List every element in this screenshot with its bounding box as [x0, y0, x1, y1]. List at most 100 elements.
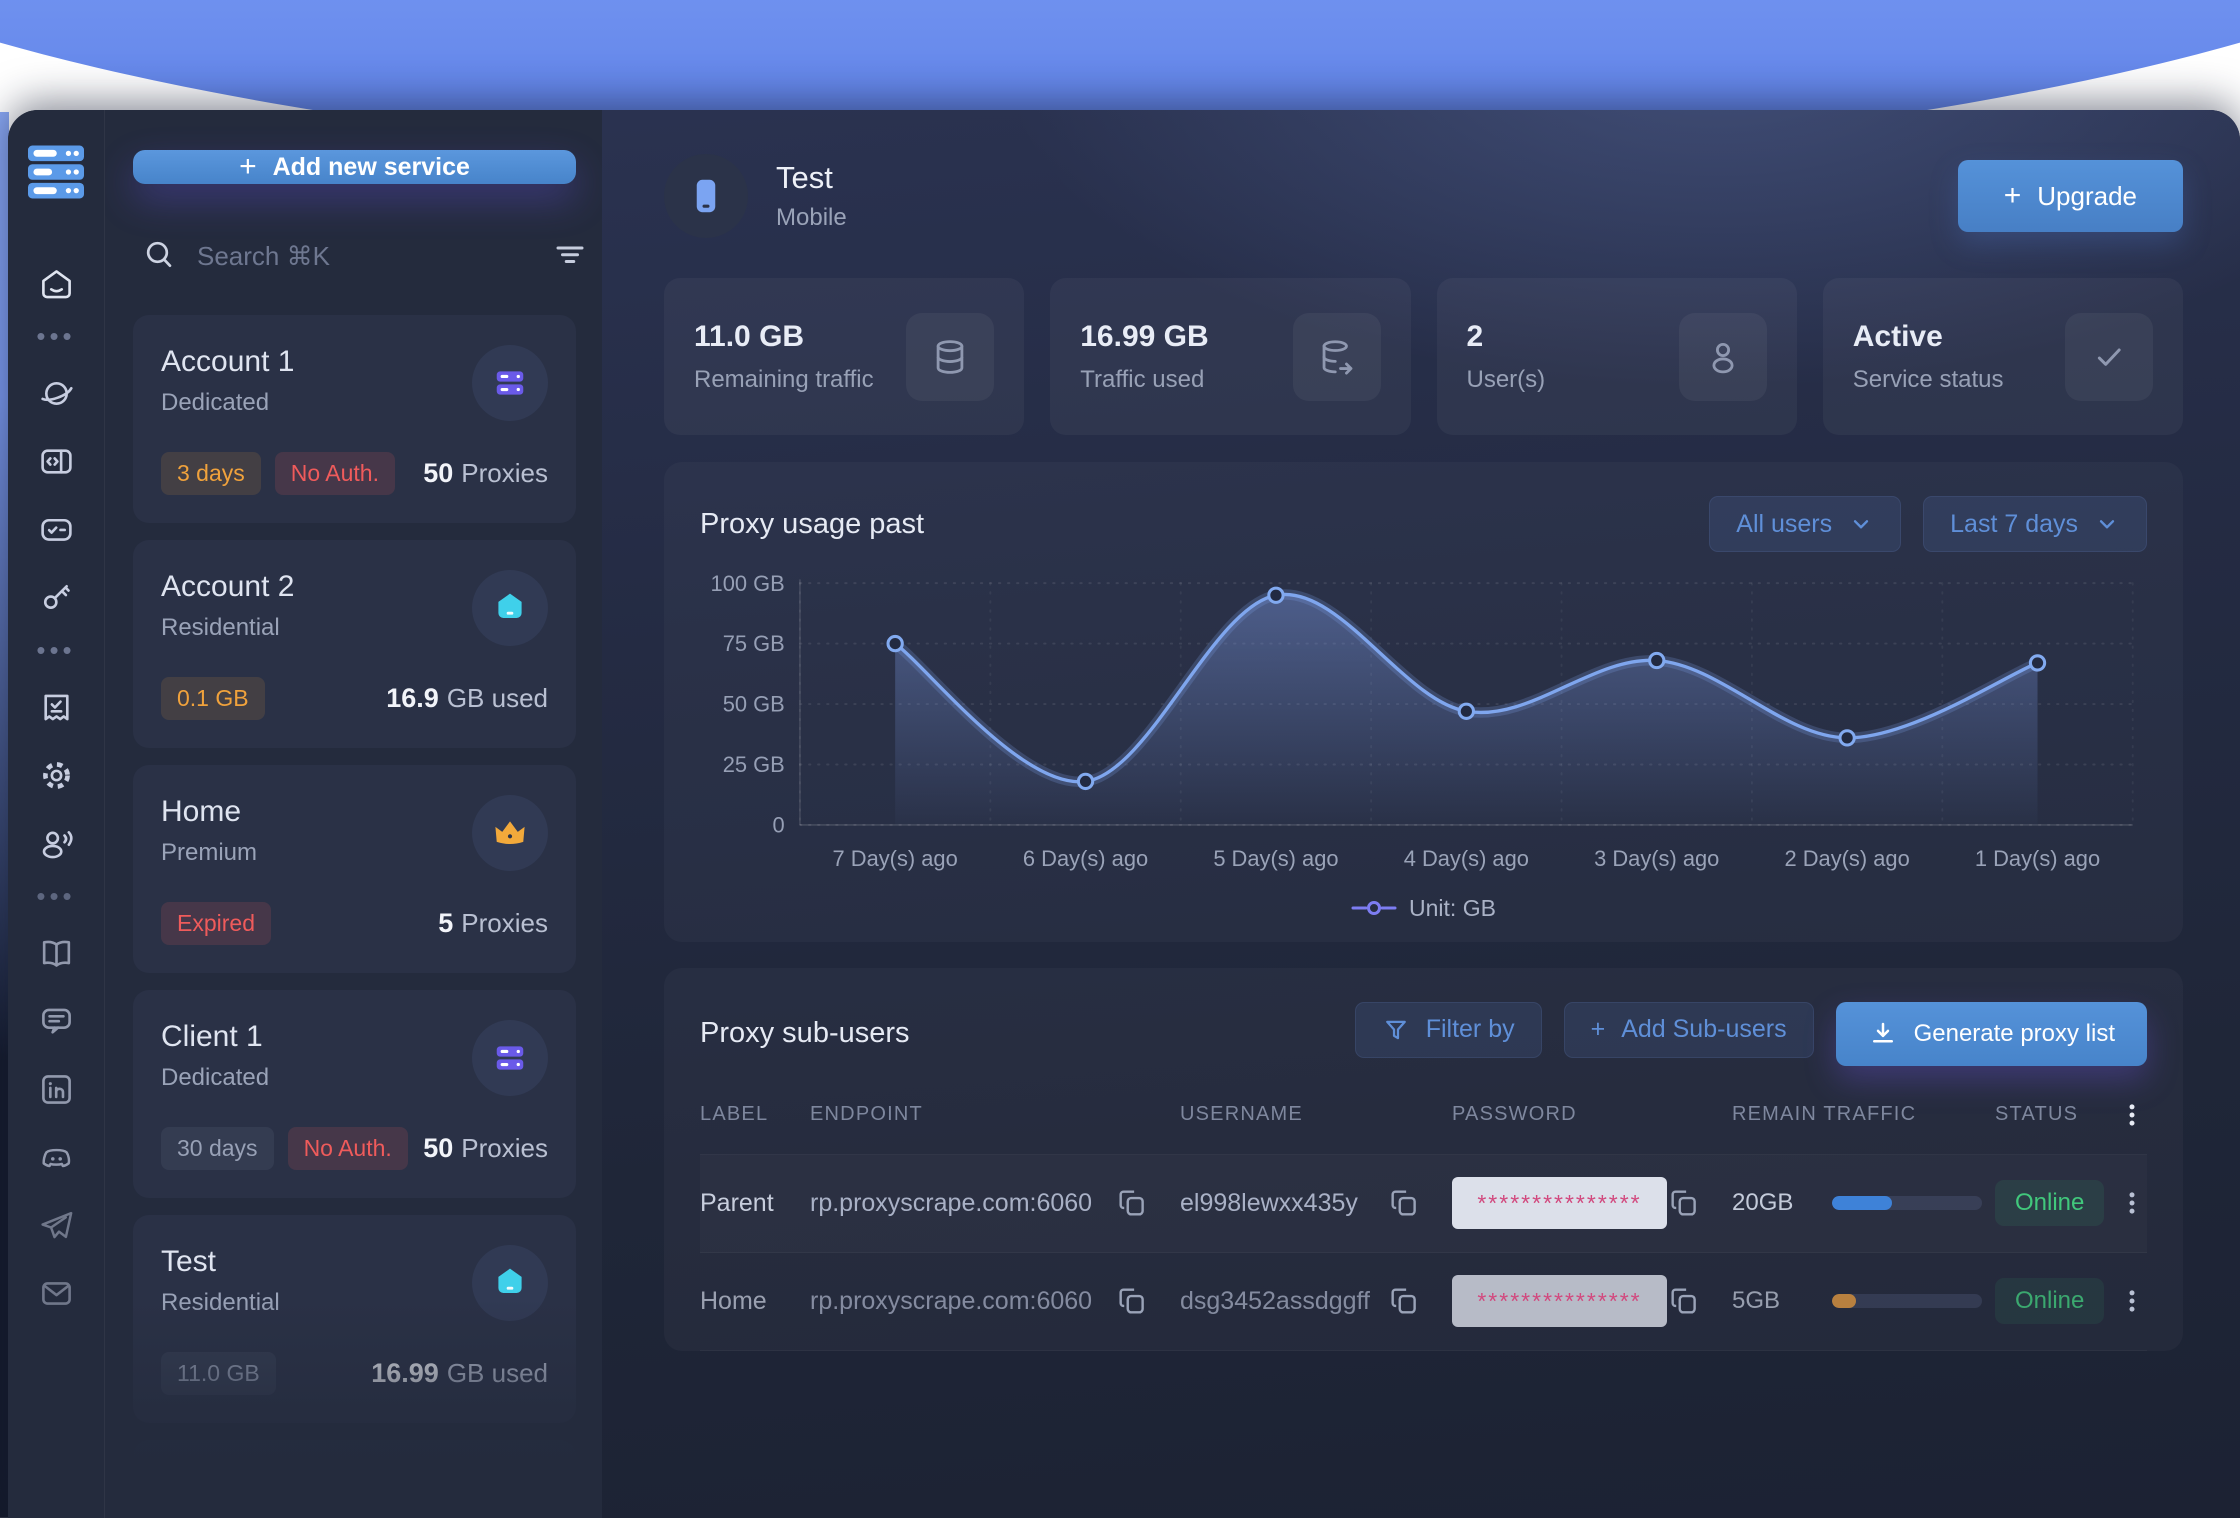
code-window-icon[interactable] — [34, 439, 78, 483]
stat-remaining-traffic: 11.0 GB Remaining traffic — [664, 278, 1024, 435]
table-row[interactable]: Parent rp.proxyscrape.com:6060 el998lewx… — [700, 1155, 2147, 1253]
check-icon — [2065, 313, 2153, 401]
stat-label: User(s) — [1467, 366, 1546, 394]
legend-line-marker-icon — [1351, 900, 1397, 916]
app-window: ••• ••• — [8, 110, 2240, 1518]
table-row[interactable]: Home rp.proxyscrape.com:6060 dsg3452assd… — [700, 1253, 2147, 1351]
book-icon[interactable] — [34, 931, 78, 975]
col-label: LABEL — [700, 1103, 810, 1126]
user-icon — [1679, 313, 1767, 401]
account-name: Test — [161, 1245, 280, 1279]
copy-username-button[interactable] — [1387, 1186, 1452, 1220]
legend-label: Unit: GB — [1409, 895, 1496, 922]
account-name: Account 1 — [161, 345, 294, 379]
account-card-test[interactable]: Test Residential 11.0 GB 16.99GB used — [133, 1215, 576, 1423]
table-menu-button[interactable] — [2105, 1100, 2147, 1130]
row-menu-button[interactable] — [2105, 1188, 2147, 1218]
range-filter-dropdown[interactable]: Last 7 days — [1923, 496, 2147, 552]
services-sidebar: + Add new service Account 1 — [105, 110, 602, 1518]
copy-icon — [1387, 1186, 1421, 1220]
more-dots[interactable]: ••• — [36, 321, 75, 355]
account-card-account-1[interactable]: Account 1 Dedicated 3 days No A — [133, 315, 576, 523]
upgrade-button[interactable]: + Upgrade — [1958, 160, 2183, 232]
copy-icon — [1387, 1284, 1421, 1318]
linkedin-icon[interactable] — [34, 1067, 78, 1111]
task-card-icon[interactable] — [34, 507, 78, 551]
filter-lines-icon[interactable] — [552, 236, 588, 277]
svg-text:2 Day(s) ago: 2 Day(s) ago — [1785, 846, 1910, 871]
users-filter-dropdown[interactable]: All users — [1709, 496, 1901, 552]
row-menu-button[interactable] — [2105, 1286, 2147, 1316]
home-shape-icon — [472, 570, 548, 646]
app-logo-icon[interactable] — [25, 144, 87, 205]
more-dots[interactable]: ••• — [36, 635, 75, 669]
copy-username-button[interactable] — [1387, 1284, 1452, 1318]
password-field: *************** — [1452, 1177, 1667, 1229]
days-badge: 3 days — [161, 452, 261, 495]
usage-metric: 16.9GB used — [386, 683, 548, 714]
copy-endpoint-button[interactable] — [1115, 1284, 1180, 1318]
stat-traffic-used: 16.99 GB Traffic used — [1050, 278, 1410, 435]
search-icon — [141, 236, 177, 277]
copy-icon — [1667, 1186, 1701, 1220]
stat-value: Active — [1853, 320, 2004, 354]
traffic-progress — [1832, 1294, 1982, 1308]
sub-users-panel: Proxy sub-users Filter by + Add Sub-user… — [664, 968, 2183, 1351]
add-sub-users-button[interactable]: + Add Sub-users — [1564, 1002, 1814, 1058]
plus-icon: + — [239, 150, 257, 184]
gear-icon[interactable] — [34, 753, 78, 797]
mobile-icon — [472, 1470, 548, 1518]
copy-password-button[interactable] — [1667, 1284, 1732, 1318]
copy-password-button[interactable] — [1667, 1186, 1732, 1220]
page-subtitle: Mobile — [776, 204, 847, 232]
sub-users-title: Proxy sub-users — [700, 1017, 910, 1050]
telegram-icon[interactable] — [34, 1203, 78, 1247]
stat-value: 16.99 GB — [1080, 320, 1208, 354]
account-type: Premium — [161, 839, 257, 867]
chevron-down-icon — [2094, 511, 2120, 537]
no-auth-badge: No Auth. — [288, 1127, 408, 1170]
status-badge: Online — [1995, 1180, 2104, 1226]
stat-value: 11.0 GB — [694, 320, 874, 354]
search-input[interactable] — [197, 241, 532, 272]
copy-icon — [1115, 1186, 1149, 1220]
account-type: Residential — [161, 1289, 280, 1317]
col-password: PASSWORD — [1452, 1103, 1667, 1126]
chevron-down-icon — [1848, 511, 1874, 537]
svg-text:75 GB: 75 GB — [723, 631, 785, 656]
main-content: Test Mobile + Upgrade 11.0 GB Remaining … — [602, 110, 2240, 1518]
account-type: Mobile — [161, 1514, 353, 1518]
generate-proxy-list-button[interactable]: Generate proxy list — [1836, 1002, 2147, 1066]
stat-value: 2 — [1467, 320, 1546, 354]
user-voice-icon[interactable] — [34, 821, 78, 865]
key-icon[interactable] — [34, 575, 78, 619]
traffic-badge: 11.0 GB — [161, 1352, 276, 1395]
mail-icon[interactable] — [34, 1271, 78, 1315]
usage-chart-panel: Proxy usage past All users Last 7 days 0… — [664, 462, 2183, 942]
service-search — [141, 236, 568, 277]
service-avatar — [664, 154, 748, 238]
stat-cards: 11.0 GB Remaining traffic 16.99 GB Traff… — [664, 278, 2183, 435]
usage-area-chart: 025 GB50 GB75 GB100 GB7 Day(s) ago6 Day(… — [700, 566, 2147, 888]
home-icon[interactable] — [34, 261, 78, 305]
account-card-home[interactable]: Home Premium Expired 5Proxies — [133, 765, 576, 973]
svg-text:3 Day(s) ago: 3 Day(s) ago — [1594, 846, 1719, 871]
account-type: Dedicated — [161, 389, 294, 417]
row-endpoint: rp.proxyscrape.com:6060 — [810, 1287, 1115, 1316]
chart-title: Proxy usage past — [700, 508, 924, 541]
copy-endpoint-button[interactable] — [1115, 1186, 1180, 1220]
filter-by-button[interactable]: Filter by — [1355, 1002, 1542, 1058]
days-badge: 30 days — [161, 1127, 274, 1170]
svg-text:0: 0 — [773, 813, 785, 838]
discord-icon[interactable] — [34, 1135, 78, 1179]
receipt-check-icon[interactable] — [34, 685, 78, 729]
account-card-client-1[interactable]: Client 1 Dedicated 30 days No A — [133, 990, 576, 1198]
database-export-icon — [1293, 313, 1381, 401]
account-card-account-name[interactable]: Account name Mobile — [133, 1440, 576, 1518]
account-card-account-2[interactable]: Account 2 Residential 0.1 GB 16.9GB used — [133, 540, 576, 748]
more-dots[interactable]: ••• — [36, 881, 75, 915]
planet-icon[interactable] — [34, 371, 78, 415]
chat-icon[interactable] — [34, 999, 78, 1043]
add-new-service-button[interactable]: + Add new service — [133, 150, 576, 184]
status-badge: Online — [1995, 1278, 2104, 1324]
